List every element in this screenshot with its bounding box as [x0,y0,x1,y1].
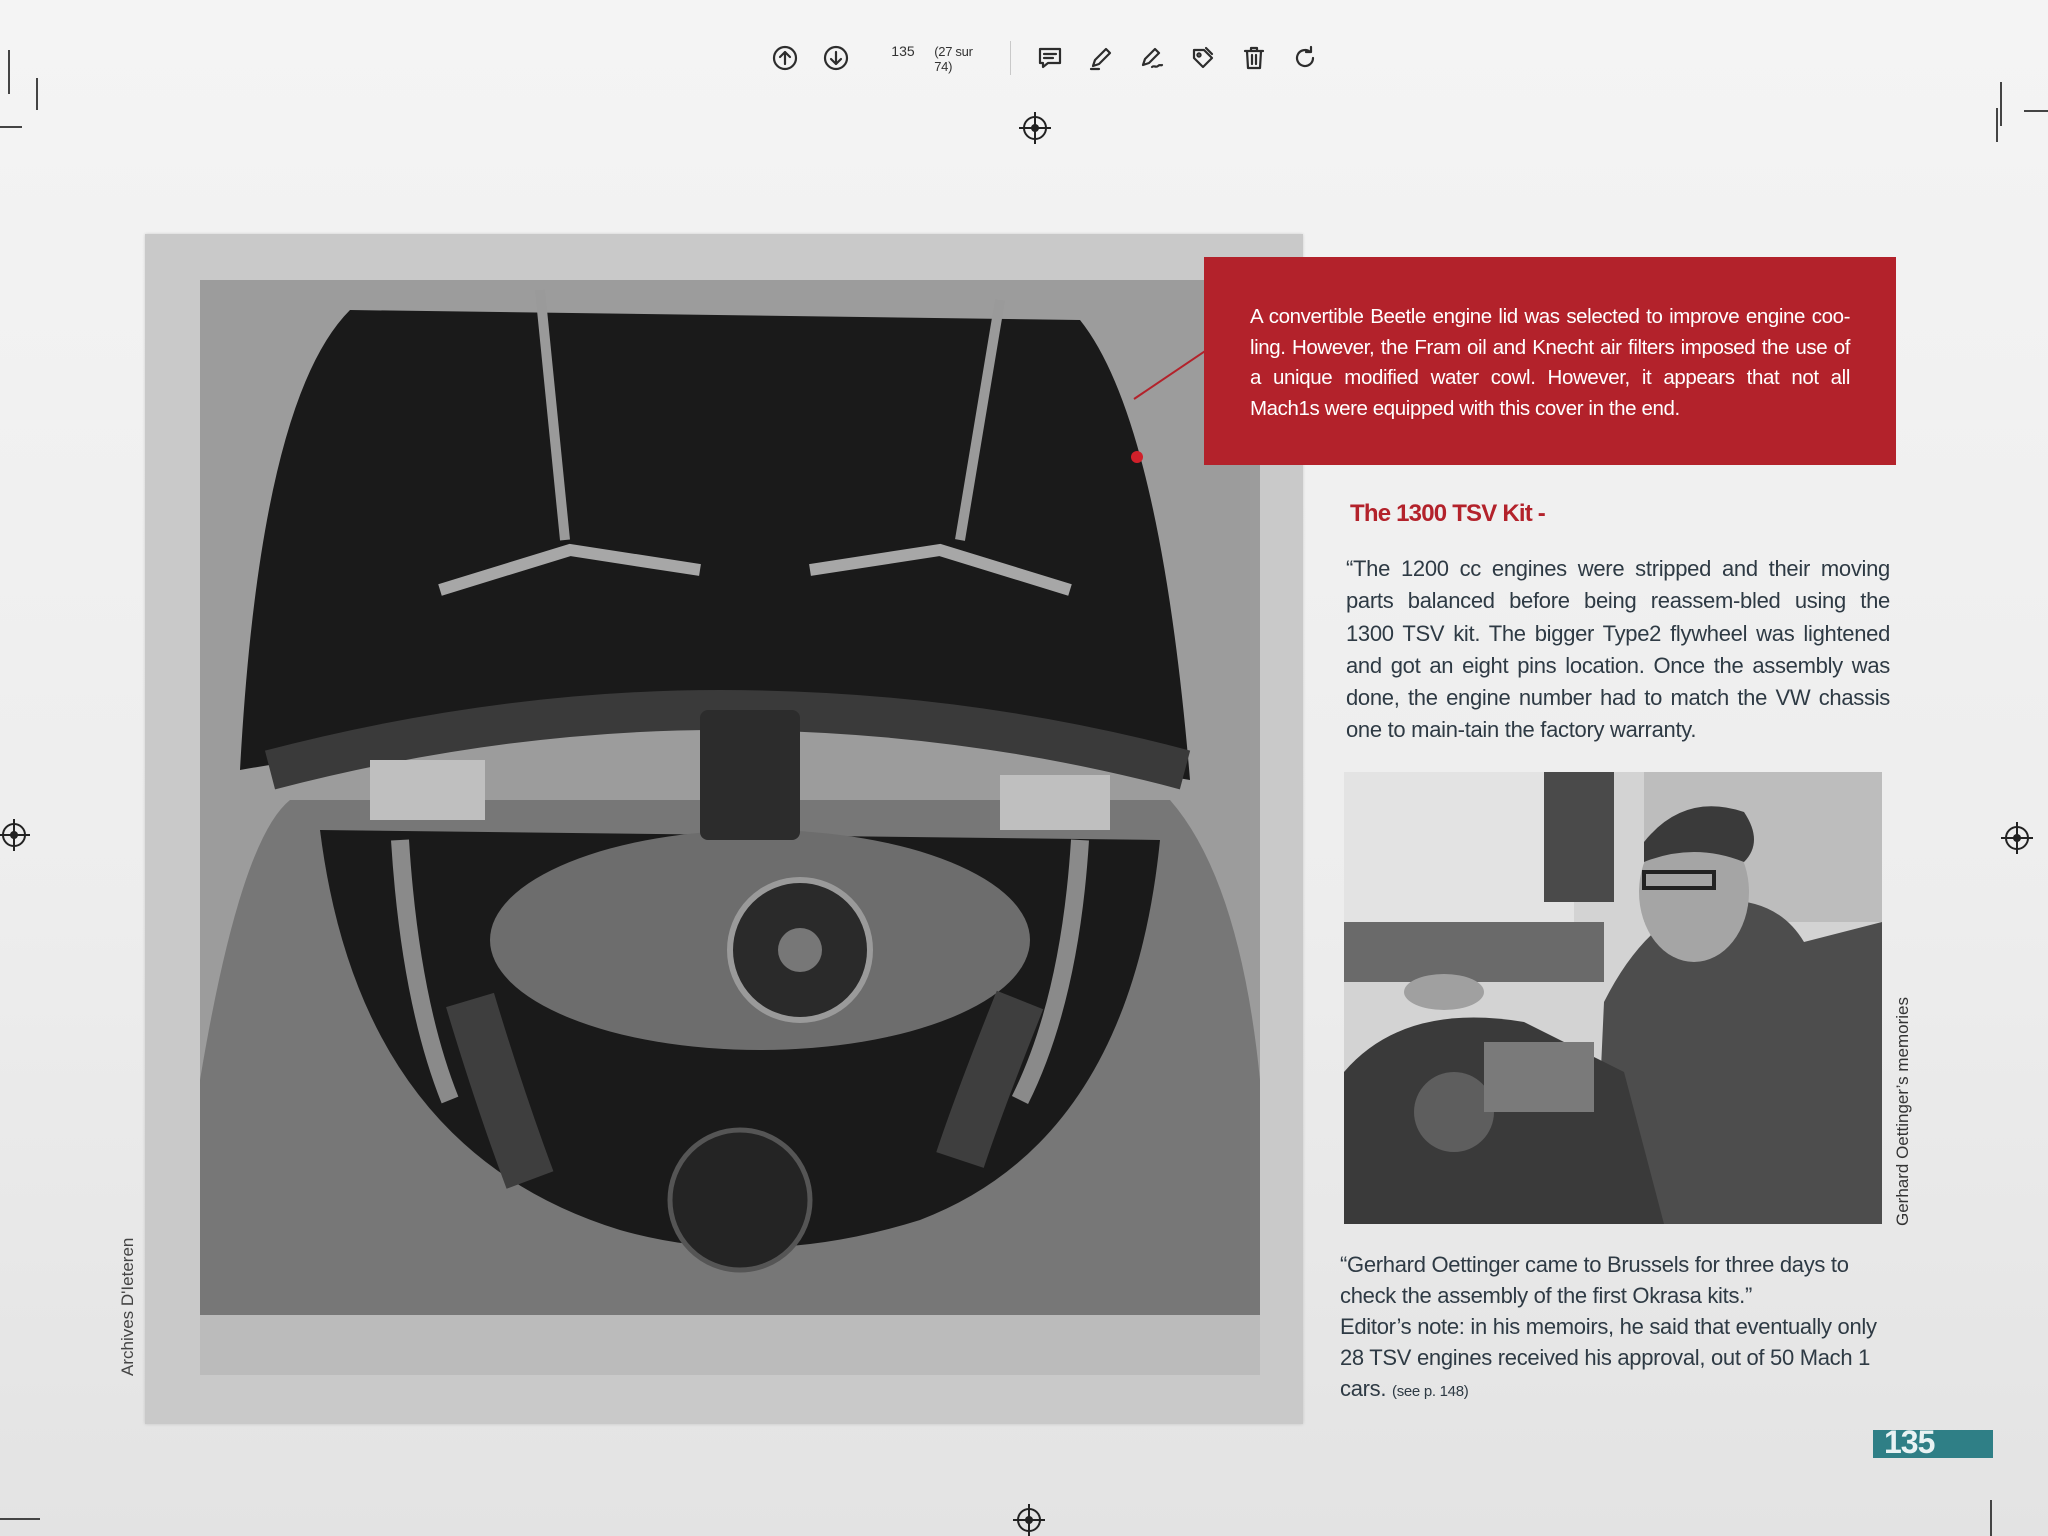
callout-text: A convertible Beetle engine lid was sele… [1250,305,1850,420]
crop-mark [2024,110,2048,112]
workshop-photo [1344,772,1882,1224]
arrow-up-circle-icon [773,45,798,71]
redo-button[interactable] [1289,41,1320,75]
signature-icon [1141,47,1164,69]
page-number-badge-text: 135 [1884,1424,1935,1460]
engine-bay-photo [200,280,1260,1375]
crop-mark [0,126,22,128]
previous-page-button[interactable] [770,41,801,75]
arrow-down-circle-icon [824,45,849,71]
section-heading: The 1300 TSV Kit - [1350,500,1546,527]
caption-reference: (see p. 148) [1392,1383,1469,1400]
page-count: (27 sur 74) [934,43,973,74]
crop-mark [0,1518,40,1520]
body-paragraph: “The 1200 cc engines were stripped and t… [1346,556,1890,743]
crop-mark [1996,108,1998,142]
page-number-field[interactable]: 135 [878,43,929,59]
crop-mark [36,78,38,110]
registration-mark-left [0,819,30,851]
toolbar-divider [1009,41,1011,75]
crop-mark [1990,1500,1992,1536]
trash-icon [1243,46,1264,70]
registration-mark-top [1019,112,1051,144]
crop-mark [8,50,10,94]
callout-dot [1131,451,1143,463]
draw-button[interactable] [1086,41,1117,75]
crop-mark [2000,82,2002,126]
registration-mark-right [2001,822,2033,854]
delete-button[interactable] [1238,41,1269,75]
page-indicator[interactable]: 135 (27 sur 74) [878,43,988,74]
comment-icon [1039,47,1062,69]
comment-button[interactable] [1035,41,1066,75]
sign-button[interactable] [1137,41,1168,75]
next-page-button[interactable] [821,41,852,75]
registration-mark-bottom [1013,1504,1045,1536]
pencil-icon [1090,47,1112,71]
pdf-toolbar: 135 (27 sur 74) [770,30,1340,86]
photo-caption: “Gerhard Oettinger came to Brussels for … [1340,1249,1878,1407]
photo-credit-right: Gerhard Oettinger’s memories [1893,997,1912,1226]
caption-quote: “Gerhard Oettinger came to Brussels for … [1340,1252,1849,1308]
redo-icon [1295,45,1314,68]
engine-illustration [200,280,1260,1375]
tag-button[interactable] [1187,41,1218,75]
workshop-illustration [1344,772,1882,1224]
tag-icon [1192,46,1213,69]
photo-credit-left: Archives D'Ieteren [118,1237,137,1376]
